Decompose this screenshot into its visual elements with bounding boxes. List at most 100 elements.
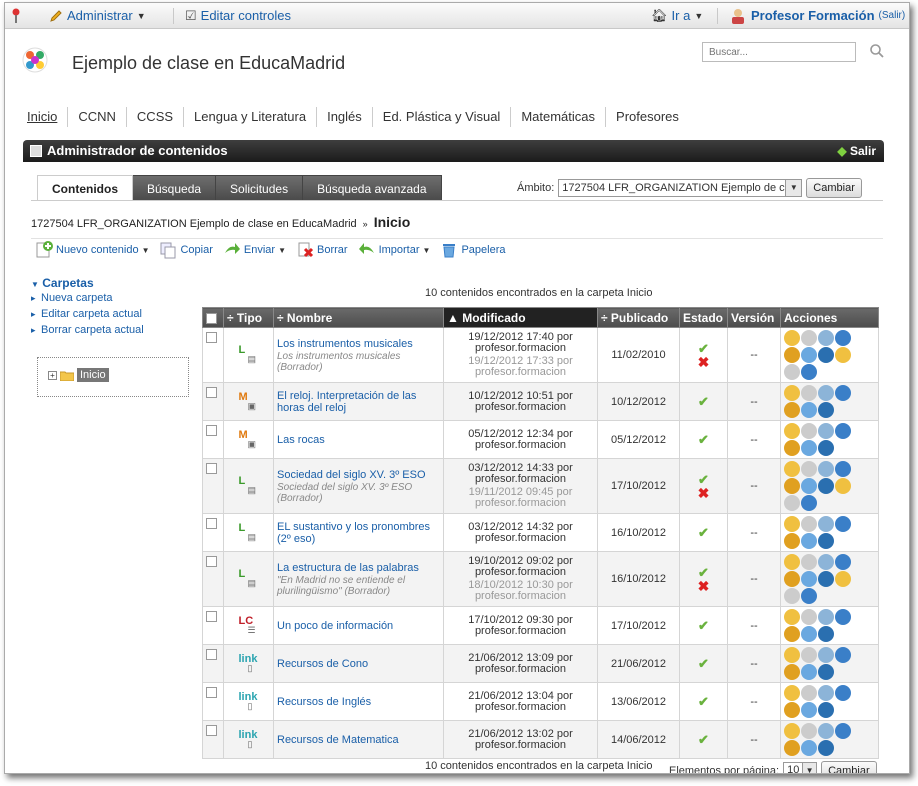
- info-icon[interactable]: [818, 571, 834, 587]
- copy-button[interactable]: Copiar: [159, 241, 213, 259]
- tab-busqueda-avanzada[interactable]: Búsqueda avanzada: [303, 175, 442, 201]
- nav-plastica[interactable]: Ed. Plástica y Visual: [371, 107, 511, 127]
- select-all-checkbox[interactable]: [202, 307, 224, 328]
- edit-icon[interactable]: [784, 423, 800, 439]
- table-row[interactable]: L ▤ Los instrumentos musicales Los instrume…: [202, 327, 879, 383]
- page-size-change-button[interactable]: Cambiar: [821, 761, 877, 773]
- breadcrumb-org[interactable]: 1727504 LFR_ORGANIZATION Ejemplo de clas…: [31, 218, 357, 230]
- view-icon[interactable]: [801, 723, 817, 739]
- content-name-link[interactable]: El reloj. Interpretación de las horas de…: [277, 390, 440, 414]
- view-icon[interactable]: [801, 461, 817, 477]
- content-name-link[interactable]: Recursos de Cono: [277, 658, 440, 670]
- history-icon[interactable]: [818, 516, 834, 532]
- view-icon[interactable]: [801, 423, 817, 439]
- info-icon[interactable]: [818, 347, 834, 363]
- row-checkbox[interactable]: [206, 518, 217, 529]
- nav-ingles[interactable]: Inglés: [316, 107, 372, 127]
- content-name-link[interactable]: Los instrumentos musicales: [277, 338, 440, 350]
- search-icon[interactable]: [869, 43, 885, 59]
- lock-icon[interactable]: [784, 533, 800, 549]
- nav-ccss[interactable]: CCSS: [125, 107, 183, 127]
- preview-icon[interactable]: [801, 664, 817, 680]
- history-icon[interactable]: [818, 554, 834, 570]
- publish-icon[interactable]: [835, 609, 851, 625]
- expand-icon[interactable]: +: [48, 370, 57, 380]
- info-icon[interactable]: [818, 664, 834, 680]
- publish-icon[interactable]: [835, 461, 851, 477]
- preview-icon[interactable]: [801, 740, 817, 756]
- edit-draft-icon[interactable]: [835, 571, 851, 587]
- history-icon[interactable]: [818, 685, 834, 701]
- page-size-select[interactable]: 10 ▼: [783, 762, 818, 773]
- preview-icon[interactable]: [801, 440, 817, 456]
- history-icon[interactable]: [818, 609, 834, 625]
- content-name-link[interactable]: Sociedad del siglo XV. 3º ESO: [277, 469, 440, 481]
- info-icon[interactable]: [818, 740, 834, 756]
- column-header-tipo[interactable]: ÷ Tipo: [223, 307, 274, 328]
- table-row[interactable]: L ▤ EL sustantivo y los pronombres (2º eso…: [202, 513, 879, 552]
- lock-icon[interactable]: [784, 402, 800, 418]
- new-content-button[interactable]: Nuevo contenido ▼: [35, 241, 149, 259]
- content-name-link[interactable]: Un poco de información: [277, 620, 440, 632]
- tab-solicitudes[interactable]: Solicitudes: [216, 175, 304, 201]
- row-checkbox[interactable]: [206, 611, 217, 622]
- edit-icon[interactable]: [784, 516, 800, 532]
- user-menu[interactable]: Profesor Formación (Salir): [729, 3, 905, 29]
- column-header-publicado[interactable]: ÷ Publicado: [597, 307, 680, 328]
- table-row[interactable]: link ▯ Recursos de Matematica 21/06/2012 13…: [202, 720, 879, 759]
- view-icon[interactable]: [801, 647, 817, 663]
- lock-icon[interactable]: [784, 740, 800, 756]
- table-row[interactable]: link ▯ Recursos de Cono 21/06/2012 13:09 po…: [202, 644, 879, 683]
- view-icon[interactable]: [801, 609, 817, 625]
- info-icon[interactable]: [818, 402, 834, 418]
- history-icon[interactable]: [818, 723, 834, 739]
- view-draft-icon[interactable]: [784, 495, 800, 511]
- row-checkbox[interactable]: [206, 725, 217, 736]
- table-row[interactable]: M ▣ El reloj. Interpretación de las horas …: [202, 382, 879, 421]
- nav-profesores[interactable]: Profesores: [605, 107, 689, 127]
- info-icon[interactable]: [818, 626, 834, 642]
- info-draft-icon[interactable]: [801, 495, 817, 511]
- edit-draft-icon[interactable]: [835, 478, 851, 494]
- new-folder-link[interactable]: Nueva carpeta: [31, 290, 191, 306]
- nav-inicio[interactable]: Inicio: [27, 107, 67, 127]
- row-checkbox[interactable]: [206, 649, 217, 660]
- lock-icon[interactable]: [784, 664, 800, 680]
- lock-icon[interactable]: [784, 571, 800, 587]
- folders-heading[interactable]: ▼ Carpetas: [31, 276, 191, 290]
- lock-icon[interactable]: [784, 702, 800, 718]
- view-draft-icon[interactable]: [784, 364, 800, 380]
- history-icon[interactable]: [818, 461, 834, 477]
- publish-icon[interactable]: [835, 423, 851, 439]
- tab-contenidos[interactable]: Contenidos: [37, 175, 133, 201]
- delete-button[interactable]: Borrar: [296, 241, 348, 259]
- table-row[interactable]: L ▤ La estructura de las palabras "En Madri…: [202, 551, 879, 607]
- preview-icon[interactable]: [801, 402, 817, 418]
- row-checkbox[interactable]: [206, 463, 217, 474]
- publish-icon[interactable]: [835, 385, 851, 401]
- content-name-link[interactable]: Recursos de Matematica: [277, 734, 440, 746]
- lock-icon[interactable]: [784, 347, 800, 363]
- view-icon[interactable]: [801, 385, 817, 401]
- publish-icon[interactable]: [835, 723, 851, 739]
- row-checkbox[interactable]: [206, 387, 217, 398]
- table-row[interactable]: LC ☰ Un poco de información 17/10/2012 09:3…: [202, 606, 879, 645]
- scope-select[interactable]: 1727504 LFR_ORGANIZATION Ejemplo de clas…: [558, 179, 803, 197]
- column-header-modificado[interactable]: ▲ Modificado: [443, 307, 598, 328]
- edit-icon[interactable]: [784, 554, 800, 570]
- preview-icon[interactable]: [801, 533, 817, 549]
- view-icon[interactable]: [801, 685, 817, 701]
- edit-icon[interactable]: [784, 461, 800, 477]
- send-button[interactable]: Enviar ▼: [223, 241, 286, 259]
- content-name-link[interactable]: EL sustantivo y los pronombres (2º eso): [277, 521, 440, 545]
- history-icon[interactable]: [818, 330, 834, 346]
- info-icon[interactable]: [818, 702, 834, 718]
- portlet-exit-link[interactable]: ◆ Salir: [837, 140, 876, 162]
- edit-icon[interactable]: [784, 609, 800, 625]
- edit-icon[interactable]: [784, 647, 800, 663]
- publish-icon[interactable]: [835, 647, 851, 663]
- trash-button[interactable]: Papelera: [440, 241, 506, 259]
- row-checkbox[interactable]: [206, 425, 217, 436]
- row-checkbox[interactable]: [206, 687, 217, 698]
- import-button[interactable]: Importar ▼: [358, 241, 430, 259]
